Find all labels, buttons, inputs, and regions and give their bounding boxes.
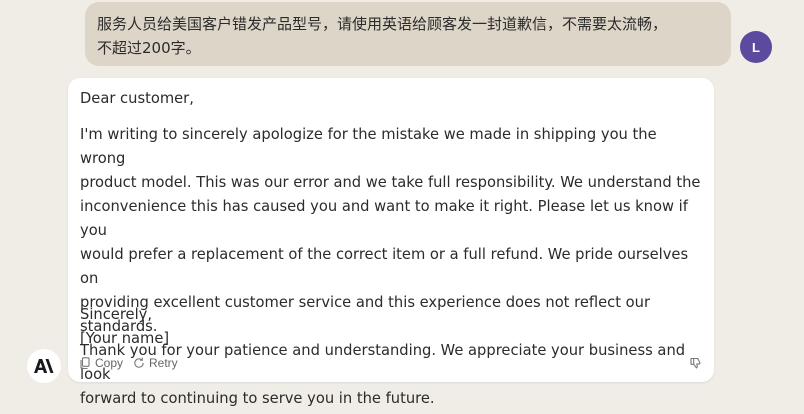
user-message-text: 服务人员给美国客户错发产品型号，请使用英语给顾客发一封道歉信，不需要太流畅， 不…: [97, 15, 668, 57]
assistant-avatar: [27, 349, 61, 383]
assistant-message-card: Dear customer, I'm writing to sincerely …: [68, 78, 714, 407]
thumbs-down-icon: [690, 357, 702, 369]
retry-button[interactable]: Retry: [133, 356, 178, 370]
message-actions: Copy Retry: [80, 356, 702, 374]
copy-icon: [80, 357, 91, 369]
letter-greeting: Dear customer,: [80, 90, 194, 107]
letter-closing: Sincerely, [Your name]: [80, 306, 170, 347]
user-message-bubble: 服务人员给美国客户错发产品型号，请使用英语给顾客发一封道歉信，不需要太流畅， 不…: [85, 2, 731, 66]
user-avatar[interactable]: L: [740, 31, 772, 63]
retry-icon: [133, 357, 145, 369]
anthropic-logo-icon: [34, 359, 54, 373]
thumbs-down-button[interactable]: [690, 357, 702, 369]
copy-button[interactable]: Copy: [80, 356, 123, 370]
copy-label: Copy: [95, 356, 124, 370]
retry-label: Retry: [149, 356, 178, 370]
